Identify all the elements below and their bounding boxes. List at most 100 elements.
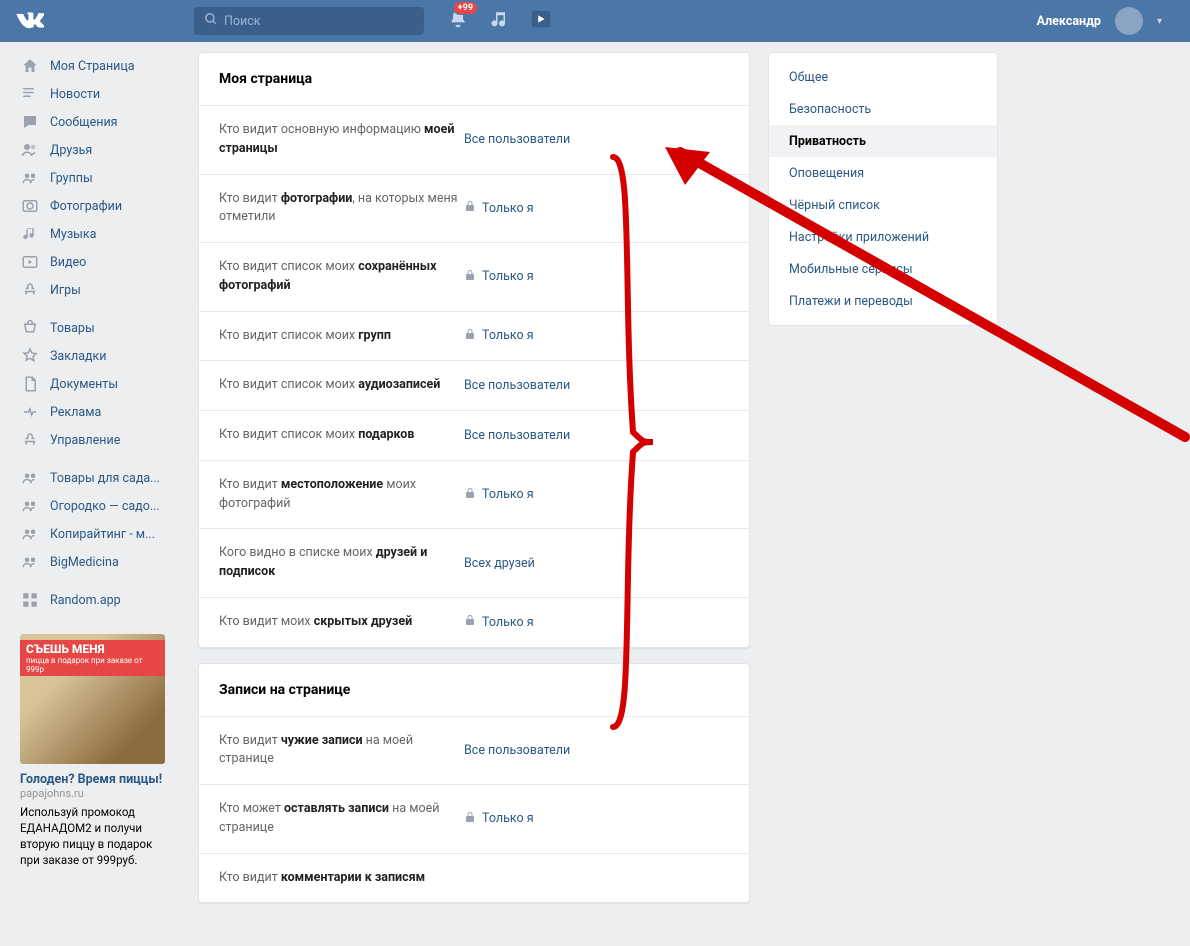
setting-label: Кто видит основную информацию моей стран… — [219, 121, 464, 159]
nav-label: Копирайтинг - м... — [50, 527, 155, 542]
nav-icon — [20, 169, 40, 187]
nav-icon — [20, 497, 40, 515]
notifications-icon[interactable]: +99 — [448, 9, 468, 33]
music-icon[interactable] — [490, 10, 508, 32]
ad-block[interactable]: СЪЕШЬ МЕНЯ пицца в подарок при заказе от… — [20, 634, 165, 868]
avatar — [1115, 7, 1143, 35]
setting-row: Кто видит комментарии к записям — [199, 853, 749, 903]
nav-item[interactable]: Моя Страница — [20, 52, 190, 80]
nav-item[interactable]: Товары — [20, 314, 190, 342]
lock-icon — [464, 614, 476, 630]
setting-label: Кто видит список моих подарков — [219, 426, 464, 445]
setting-value[interactable]: Только я — [464, 200, 534, 216]
nav-label: Видео — [50, 255, 86, 270]
settings-nav-item[interactable]: Настройки приложений — [769, 221, 997, 253]
nav-label: Управление — [50, 433, 120, 448]
setting-value[interactable]: Только я — [464, 614, 534, 630]
nav-label: BigMedicina — [50, 555, 119, 570]
setting-label: Кого видно в списке моих друзей и подпис… — [219, 544, 464, 582]
nav-item[interactable]: Закладки — [20, 342, 190, 370]
setting-row: Кто видит фотографии, на которых меня от… — [199, 174, 749, 243]
setting-label: Кто видит моих скрытых друзей — [219, 613, 464, 632]
setting-value[interactable]: Все пользователи — [464, 743, 570, 758]
ad-title: Голоден? Время пиццы! — [20, 772, 165, 787]
nav-item[interactable]: Документы — [20, 370, 190, 398]
nav-item[interactable]: Огородко — садо... — [20, 492, 190, 520]
nav-label: Новости — [50, 87, 100, 102]
setting-value[interactable]: Только я — [464, 328, 534, 344]
nav-label: Реклама — [50, 405, 101, 420]
main-content: Моя страницаКто видит основную информаци… — [198, 52, 750, 918]
nav-label: Товары — [50, 321, 95, 336]
nav-icon — [20, 57, 40, 75]
play-icon[interactable] — [530, 8, 552, 34]
settings-nav-item[interactable]: Общее — [769, 61, 997, 93]
nav-label: Моя Страница — [50, 59, 135, 74]
search-box[interactable] — [194, 7, 424, 35]
nav-item[interactable]: Видео — [20, 248, 190, 276]
setting-row: Кто видит основную информацию моей стран… — [199, 105, 749, 174]
nav-label: Закладки — [50, 349, 107, 364]
nav-label: Сообщения — [50, 115, 118, 130]
setting-row: Кто может оставлять записи на моей стран… — [199, 784, 749, 853]
nav-item[interactable]: Музыка — [20, 220, 190, 248]
nav-icon — [20, 431, 40, 449]
settings-panel: Записи на странице Кто видит чужие записи… — [198, 663, 750, 904]
settings-nav-item[interactable]: Приватность — [769, 125, 997, 157]
nav-item[interactable]: Управление — [20, 426, 190, 454]
setting-value[interactable]: Только я — [464, 269, 534, 285]
panel-title: Записи на странице — [199, 664, 749, 716]
setting-label: Кто может оставлять записи на моей стран… — [219, 800, 464, 838]
right-sidebar: ОбщееБезопасностьПриватностьОповещенияЧё… — [768, 52, 998, 918]
settings-nav-item[interactable]: Оповещения — [769, 157, 997, 189]
nav-icon — [20, 591, 40, 609]
setting-label: Кто видит комментарии к записям — [219, 869, 464, 888]
ad-banner: СЪЕШЬ МЕНЯ пицца в подарок при заказе от… — [20, 640, 165, 676]
setting-label: Кто видит список моих аудиозаписей — [219, 376, 464, 395]
nav-item[interactable]: Копирайтинг - м... — [20, 520, 190, 548]
nav-item[interactable]: Новости — [20, 80, 190, 108]
setting-row: Кто видит моих скрытых друзейТолько я — [199, 597, 749, 647]
setting-value[interactable]: Только я — [464, 487, 534, 503]
lock-icon — [464, 811, 476, 827]
nav-item[interactable]: Сообщения — [20, 108, 190, 136]
nav-icon — [20, 253, 40, 271]
setting-label: Кто видит чужие записи на моей странице — [219, 732, 464, 770]
setting-value[interactable]: Только я — [464, 811, 534, 827]
nav-item[interactable]: Игры — [20, 276, 190, 304]
setting-value[interactable]: Все пользователи — [464, 428, 570, 443]
nav-item[interactable]: Группы — [20, 164, 190, 192]
vk-logo[interactable] — [16, 7, 44, 35]
setting-row: Кто видит список моих аудиозаписейВсе по… — [199, 360, 749, 410]
nav-item[interactable]: Реклама — [20, 398, 190, 426]
notification-badge: +99 — [453, 1, 478, 15]
nav-icon — [20, 85, 40, 103]
nav-label: Товары для сада... — [50, 471, 160, 486]
setting-value[interactable]: Всех друзей — [464, 556, 535, 571]
header-icons: +99 — [448, 8, 552, 34]
setting-value[interactable]: Все пользователи — [464, 378, 570, 393]
settings-nav-item[interactable]: Мобильные сервисы — [769, 253, 997, 285]
setting-row: Кто видит местоположение моих фотографий… — [199, 460, 749, 529]
nav-item[interactable]: Random.app — [20, 586, 190, 614]
nav-icon — [20, 375, 40, 393]
nav-label: Фотографии — [50, 199, 122, 214]
settings-nav-item[interactable]: Платежи и переводы — [769, 285, 997, 317]
setting-value[interactable]: Все пользователи — [464, 132, 570, 147]
setting-label: Кто видит список моих сохранённых фотогр… — [219, 258, 464, 296]
settings-nav-item[interactable]: Безопасность — [769, 93, 997, 125]
nav-label: Огородко — садо... — [50, 499, 160, 514]
settings-nav-item[interactable]: Чёрный список — [769, 189, 997, 221]
setting-row: Кого видно в списке моих друзей и подпис… — [199, 528, 749, 597]
nav-item[interactable]: BigMedicina — [20, 548, 190, 576]
username: Александр — [1037, 14, 1101, 29]
user-menu[interactable]: Александр ▾ — [1037, 7, 1162, 35]
nav-item[interactable]: Друзья — [20, 136, 190, 164]
search-input[interactable] — [224, 14, 404, 29]
nav-icon — [20, 141, 40, 159]
settings-nav: ОбщееБезопасностьПриватностьОповещенияЧё… — [768, 52, 998, 326]
nav-item[interactable]: Товары для сада... — [20, 464, 190, 492]
nav-item[interactable]: Фотографии — [20, 192, 190, 220]
nav-icon — [20, 225, 40, 243]
chevron-down-icon: ▾ — [1157, 16, 1162, 27]
